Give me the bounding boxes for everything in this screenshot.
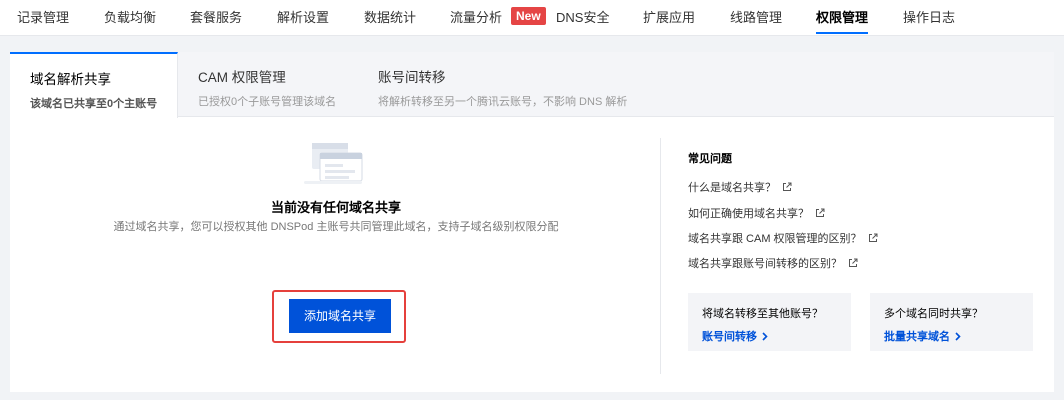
nav-item-resolve-settings[interactable]: 解析设置	[277, 0, 329, 36]
promo-title: 将域名转移至其他账号？	[702, 308, 823, 320]
nav-item-records[interactable]: 记录管理	[17, 0, 69, 36]
account-transfer-link[interactable]: 账号间转移	[702, 328, 769, 344]
subtab-bar: 域名解析共享 该域名已共享至0个主账号 CAM 权限管理 已授权0个子账号管理该…	[10, 52, 1054, 118]
promo-title: 多个域名同时共享？	[884, 308, 983, 320]
new-badge: New	[511, 7, 546, 25]
nav-item-statistics[interactable]: 数据统计	[364, 0, 416, 36]
empty-state-description: 通过域名共享，您可以授权其他 DNSPod 主账号共同管理此域名，支持子域名级别…	[113, 221, 559, 233]
subtab-cam-permissions[interactable]: CAM 权限管理 已授权0个子账号管理该域名	[178, 52, 358, 117]
faq-title: 常见问题	[688, 153, 732, 165]
nav-item-operation-log[interactable]: 操作日志	[903, 0, 955, 36]
faq-link-label: 如何正确使用域名共享？	[688, 208, 809, 220]
empty-state-title: 当前没有任何域名共享	[270, 200, 401, 215]
nav-item-load-balancing[interactable]: 负载均衡	[104, 0, 156, 36]
top-nav: 记录管理 负载均衡 套餐服务 解析设置 数据统计 流量分析 New DNS安全 …	[0, 0, 1064, 36]
faq-link-what-is-sharing[interactable]: 什么是域名共享？	[688, 179, 792, 195]
nav-item-line-management[interactable]: 线路管理	[730, 0, 782, 36]
faq-link-label: 什么是域名共享？	[688, 182, 776, 194]
subtab-desc: 将解析转移至另一个腾讯云账号，不影响 DNS 解析	[378, 96, 628, 108]
subtab-title: 域名解析共享	[30, 72, 111, 87]
subtab-desc: 该域名已共享至0个主账号	[30, 98, 158, 110]
subtab-title: CAM 权限管理	[198, 70, 286, 85]
subtab-title: 账号间转移	[378, 70, 446, 85]
empty-state-illustration	[304, 143, 363, 184]
faq-link-label: 域名共享跟 CAM 权限管理的区别？	[688, 233, 862, 245]
nav-item-dns-security[interactable]: DNS安全	[556, 0, 609, 36]
nav-item-traffic-analysis[interactable]: 流量分析	[450, 0, 502, 36]
vertical-divider	[660, 138, 661, 374]
faq-link-vs-transfer[interactable]: 域名共享跟账号间转移的区别？	[688, 255, 858, 271]
batch-share-link[interactable]: 批量共享域名	[884, 328, 962, 344]
external-link-icon	[849, 258, 858, 267]
promo-card-transfer: 将域名转移至其他账号？ 账号间转移	[688, 293, 851, 351]
chevron-right-icon	[955, 331, 961, 341]
subtab-domain-sharing[interactable]: 域名解析共享 该域名已共享至0个主账号	[10, 52, 178, 118]
external-link-icon	[816, 208, 825, 217]
promo-link-label: 批量共享域名	[884, 331, 950, 343]
external-link-icon	[783, 182, 792, 191]
subtab-account-transfer[interactable]: 账号间转移 将解析转移至另一个腾讯云账号，不影响 DNS 解析	[358, 52, 658, 117]
promo-link-label: 账号间转移	[702, 331, 757, 343]
faq-link-vs-cam[interactable]: 域名共享跟 CAM 权限管理的区别？	[688, 230, 878, 246]
chevron-right-icon	[762, 331, 768, 341]
promo-card-batch-share: 多个域名同时共享？ 批量共享域名	[870, 293, 1033, 351]
add-domain-sharing-button[interactable]: 添加域名共享	[289, 299, 391, 333]
external-link-icon	[868, 233, 878, 242]
faq-link-label: 域名共享跟账号间转移的区别？	[688, 258, 842, 270]
nav-item-extensions[interactable]: 扩展应用	[643, 0, 695, 36]
nav-item-permissions[interactable]: 权限管理	[816, 0, 869, 36]
subtab-desc: 已授权0个子账号管理该域名	[198, 96, 337, 108]
faq-link-how-to-use[interactable]: 如何正确使用域名共享？	[688, 205, 825, 221]
nav-item-packages[interactable]: 套餐服务	[190, 0, 242, 36]
